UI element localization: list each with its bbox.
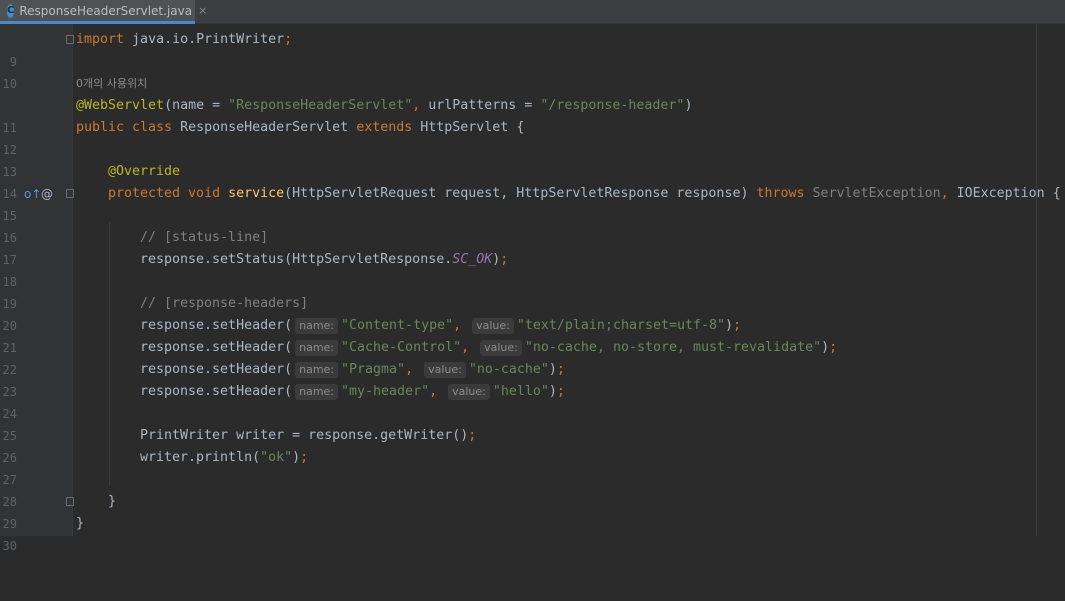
fold-marker-icon[interactable] [66, 35, 74, 44]
parameter-hint: value: [424, 362, 466, 378]
parameter-hint: name: [295, 340, 339, 356]
code-text: response.setStatus(HttpServletResponse.S… [140, 252, 509, 267]
code-line: 13 [0, 139, 1065, 179]
code-line: 25 [0, 403, 1065, 443]
close-tab-icon[interactable]: × [198, 4, 207, 17]
code-text: response.setHeader(name: "my-header", val… [140, 384, 565, 400]
code-line: 29 } [0, 491, 1065, 531]
code-line: 17 // [status-line] [0, 227, 1065, 267]
override-icon[interactable]: @ [41, 183, 53, 205]
code-text: public class ResponseHeaderServlet exten… [76, 120, 525, 135]
code-text: protected void service(HttpServletReques… [108, 186, 1061, 201]
code-line: 23 response.setHeader(name: "Pragma", val… [0, 359, 1065, 399]
code-text: response.setHeader(name: "Cache-Control",… [140, 340, 838, 356]
code-text: response.setHeader(name: "Content-type", … [140, 318, 742, 334]
code-line: 16 [0, 205, 1065, 245]
usages-hint[interactable]: 0개의 사용위치 [76, 73, 147, 95]
code-line: 21 response.setHeader(name: "Content-type… [0, 315, 1065, 355]
class-icon: C [7, 3, 15, 18]
code-line: 30 } [0, 513, 1065, 553]
code-text: response.setHeader(name: "Pragma", value:… [140, 362, 565, 378]
code-line: 19 [0, 271, 1065, 311]
parameter-hint: value: [472, 318, 514, 334]
code-text: // [status-line] [140, 230, 269, 245]
parameter-hint: name: [295, 318, 339, 334]
editor-tab-active[interactable]: C ResponseHeaderServlet.java × [0, 0, 207, 24]
code-line: 26 PrintWriter writer = response.getWrit… [0, 425, 1065, 465]
code-line: 18 response.setStatus(HttpServletRespons… [0, 249, 1065, 289]
code-line: 14 @Override [0, 161, 1065, 201]
code-text: PrintWriter writer = response.getWriter(… [140, 428, 477, 443]
code-text: } [76, 516, 85, 531]
code-text: // [response-headers] [140, 296, 309, 311]
code-text: @WebServlet(name = "ResponseHeaderServle… [76, 98, 693, 113]
fold-marker-icon[interactable] [66, 189, 74, 198]
code-text: } [108, 494, 117, 509]
tab-filename: ResponseHeaderServlet.java [19, 3, 193, 18]
editor-tab-bar: C ResponseHeaderServlet.java × [0, 0, 1065, 24]
code-line: 10 [0, 51, 1065, 91]
code-line: 22 response.setHeader(name: "Cache-Contro… [0, 337, 1065, 377]
code-text: @Override [108, 164, 181, 179]
implementing-method-icon[interactable]: o↑ [24, 183, 41, 205]
code-editor[interactable]: 9 import java.io.PrintWriter; 10 0개의 사용위… [0, 24, 1065, 553]
code-text: import java.io.PrintWriter; [76, 32, 293, 47]
parameter-hint: name: [295, 362, 339, 378]
code-line: 11 @WebServlet(name = "ResponseHeaderSer… [0, 95, 1065, 135]
code-line: 15 o↑ @ protected void service(HttpServl… [0, 183, 1065, 223]
fold-marker-icon[interactable] [66, 497, 74, 506]
code-text: writer.println("ok"); [140, 450, 309, 465]
code-line: 9 import java.io.PrintWriter; [0, 29, 1065, 69]
parameter-hint: name: [295, 384, 339, 400]
line-number: 30 [2, 539, 17, 553]
code-line: 28 [0, 469, 1065, 509]
parameter-hint: value: [480, 340, 522, 356]
code-line: 20 // [response-headers] [0, 293, 1065, 333]
code-line: 24 response.setHeader(name: "my-header", … [0, 381, 1065, 421]
code-line: 27 writer.println("ok"); [0, 447, 1065, 487]
parameter-hint: value: [448, 384, 490, 400]
code-line: 12 public class ResponseHeaderServlet ex… [0, 117, 1065, 157]
usages-hint-line: 0개의 사용위치 [0, 73, 1065, 95]
